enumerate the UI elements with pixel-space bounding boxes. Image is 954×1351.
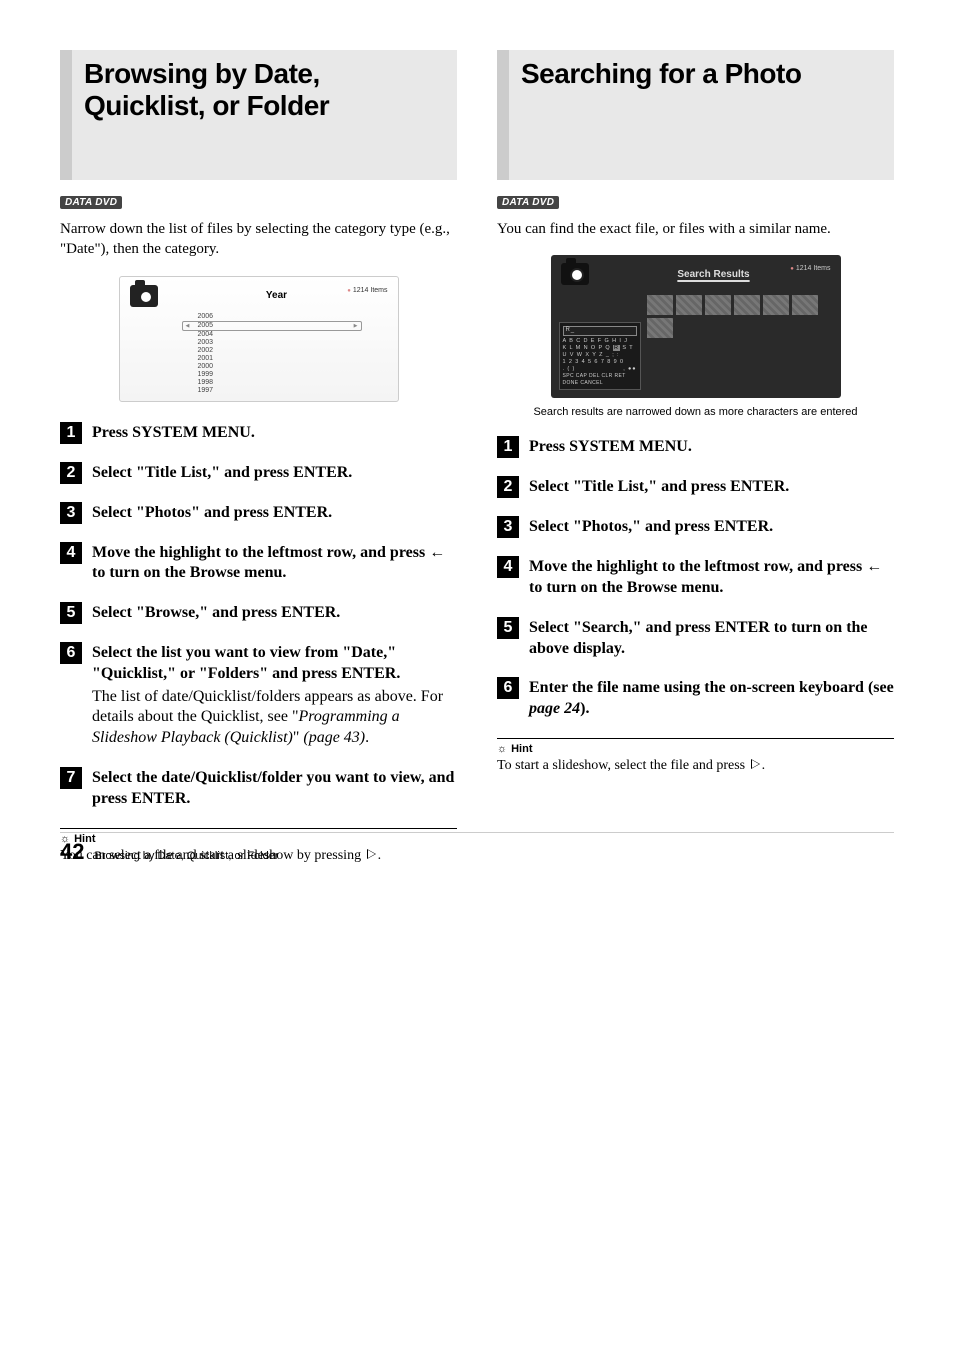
hint-icon <box>497 743 511 755</box>
arrow-left-icon: ← <box>429 544 445 561</box>
step-number: 7 <box>60 767 82 789</box>
step-number: 4 <box>497 556 519 578</box>
year-item: 2001 <box>198 355 392 363</box>
step: 2 Select "Title List," and press ENTER. <box>497 476 894 498</box>
page-footer: 42 Browsing by Date, Quicklist, or Folde… <box>60 839 279 865</box>
step-number: 1 <box>497 436 519 458</box>
media-badge: DATA DVD <box>497 196 559 209</box>
year-item: 1999 <box>198 371 392 379</box>
step: 5 Select "Browse," and press ENTER. <box>60 602 457 624</box>
play-icon <box>367 849 376 859</box>
hint-heading: Hint <box>497 743 894 755</box>
intro-text: Narrow down the list of files by selecti… <box>60 219 457 260</box>
step-text: Move the highlight to the leftmost row, … <box>92 542 457 585</box>
camera-icon <box>130 285 158 307</box>
section-title-block: Searching for a Photo <box>497 50 894 180</box>
on-screen-keyboard: R A B C D E F G H I J K L M N O P Q R S … <box>559 322 641 391</box>
search-screenshot: Search Results 1214 Items R A B C D E F … <box>551 255 841 398</box>
page-number: 42 <box>60 839 84 865</box>
item-count: 1214 Items <box>790 265 830 272</box>
step: 3 Select "Photos," and press ENTER. <box>497 516 894 538</box>
step-number: 5 <box>60 602 82 624</box>
step: 7 Select the date/Quicklist/folder you wa… <box>60 767 457 810</box>
right-column: Searching for a Photo DATA DVD You can f… <box>497 50 894 865</box>
step-number: 2 <box>497 476 519 498</box>
year-item: 2006 <box>198 313 392 321</box>
step-text: Enter the file name using the on-screen … <box>529 677 894 720</box>
step-text: Select the list you want to view from "D… <box>92 642 457 749</box>
step-number: 5 <box>497 617 519 639</box>
divider <box>497 738 894 739</box>
step-number: 1 <box>60 422 82 444</box>
step: 1 Press SYSTEM MENU. <box>497 436 894 458</box>
section-title: Browsing by Date, Quicklist, or Folder <box>84 58 445 122</box>
year-screenshot: Year 1214 Items 200620052004200320022001… <box>119 276 399 402</box>
section-title: Searching for a Photo <box>521 58 882 90</box>
divider <box>60 828 457 829</box>
step-text: Move the highlight to the leftmost row, … <box>529 556 894 599</box>
step-text: Select "Search," and press ENTER to turn… <box>529 617 894 660</box>
item-count: 1214 Items <box>347 287 387 294</box>
step-number: 4 <box>60 542 82 564</box>
footer-rule <box>60 832 894 833</box>
step-number: 6 <box>497 677 519 699</box>
step-text: Press SYSTEM MENU. <box>92 422 255 444</box>
year-list: 2006200520042003200220012000199919981997 <box>126 313 392 395</box>
step-text: Select the date/Quicklist/folder you wan… <box>92 767 457 810</box>
step: 5 Select "Search," and press ENTER to tur… <box>497 617 894 660</box>
step-text: Select "Title List," and press ENTER. <box>529 476 789 498</box>
year-item: 2005 <box>182 321 362 331</box>
year-item: 1998 <box>198 379 392 387</box>
step: 3 Select "Photos" and press ENTER. <box>60 502 457 524</box>
camera-icon <box>561 263 589 285</box>
step-text: Select "Photos" and press ENTER. <box>92 502 332 524</box>
hint-text: To start a slideshow, select the file an… <box>497 757 894 775</box>
step: 4 Move the highlight to the leftmost row,… <box>497 556 894 599</box>
arrow-left-icon: ← <box>866 558 882 575</box>
year-item: 2002 <box>198 347 392 355</box>
footer-text: Browsing by Date, Quicklist, or Folder <box>94 850 278 862</box>
step-number: 3 <box>497 516 519 538</box>
step: 4 Move the highlight to the leftmost row,… <box>60 542 457 585</box>
left-column: Browsing by Date, Quicklist, or Folder D… <box>60 50 457 865</box>
step-number: 6 <box>60 642 82 664</box>
step-text: Press SYSTEM MENU. <box>529 436 692 458</box>
step-number: 3 <box>60 502 82 524</box>
screenshot-caption: Search results are narrowed down as more… <box>497 406 894 418</box>
search-input: R <box>563 326 637 336</box>
intro-text: You can find the exact file, or files wi… <box>497 219 894 239</box>
year-item: 2000 <box>198 363 392 371</box>
year-item: 2004 <box>198 331 392 339</box>
step: 6 Select the list you want to view from "… <box>60 642 457 749</box>
play-icon <box>751 759 760 769</box>
step-text: Select "Photos," and press ENTER. <box>529 516 773 538</box>
step-text: Select "Browse," and press ENTER. <box>92 602 340 624</box>
year-item: 2003 <box>198 339 392 347</box>
year-item: 1997 <box>198 387 392 395</box>
section-title-block: Browsing by Date, Quicklist, or Folder <box>60 50 457 180</box>
step: 2 Select "Title List," and press ENTER. <box>60 462 457 484</box>
step-text: Select "Title List," and press ENTER. <box>92 462 352 484</box>
step-number: 2 <box>60 462 82 484</box>
step: 6 Enter the file name using the on-screen… <box>497 677 894 720</box>
media-badge: DATA DVD <box>60 196 122 209</box>
step: 1 Press SYSTEM MENU. <box>60 422 457 444</box>
